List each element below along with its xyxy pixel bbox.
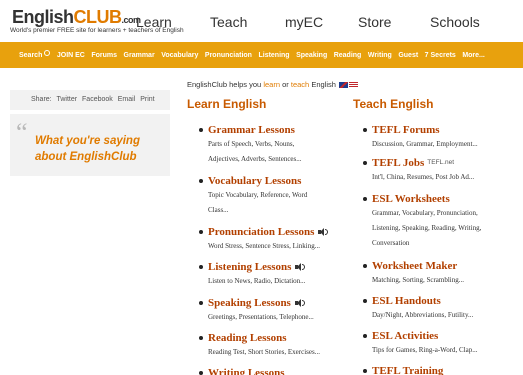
teach-item-desc: Discussion, Grammar, Employment... [372,140,478,148]
learn-item-desc: Listen to News, Radio, Dictation... [208,277,306,285]
teach-item-title[interactable]: Worksheet Maker [372,259,523,273]
intro-learn-link[interactable]: learn [263,80,280,89]
learn-item-desc: Parts of Speech, Verbs, Nouns, [208,140,295,148]
learn-item-writing: Writing Lessons [199,366,349,375]
top-nav: Learn Teach myEC Store Schools [0,14,523,34]
uk-flag-icon [339,82,349,89]
learn-item-desc: Reading Test, Short Stories, Exercises..… [208,348,320,356]
site-header: EnglishCLUB.com World's premier FREE sit… [0,0,523,42]
testimonials-link[interactable]: What you're saying about EnglishClub [35,133,165,165]
teach-english-heading[interactable]: Teach English [353,97,433,111]
speaker-icon [295,263,306,271]
learn-item-title[interactable]: Speaking Lessons [208,296,349,310]
learn-item-title[interactable]: Reading Lessons [208,331,349,345]
intro-prefix: EnglishClub helps you [187,80,262,89]
nav-store[interactable]: Store [358,14,391,30]
teach-item-desc: Listening, Speaking, Reading, Writing, [372,224,482,232]
intro-line: EnglishClub helps you learn or teach Eng… [187,80,359,89]
learn-item-desc: Adjectives, Adverbs, Sentences... [208,155,302,163]
learn-english-heading[interactable]: Learn English [187,97,266,111]
teach-item-esl-activities: ESL Activities Tips for Games, Ring-a-Wo… [363,329,523,364]
learn-item-reading: Reading Lessons Reading Test, Short Stor… [199,331,349,366]
learn-item-vocabulary: Vocabulary Lessons Topic Vocabulary, Ref… [199,174,349,225]
learn-item-desc: Topic Vocabulary, Reference, Word [208,191,308,199]
nav-speaking[interactable]: Speaking [296,52,327,59]
nav-reading[interactable]: Reading [334,52,362,59]
teach-item-title[interactable]: ESL Handouts [372,294,523,308]
teach-item-tefl-training: TEFL Training [363,364,523,375]
tefl-net-label: TEFL.net [427,159,455,166]
learn-item-title-text: Speaking Lessons [208,297,291,309]
nav-vocabulary[interactable]: Vocabulary [161,52,198,59]
teach-item-title-text: TEFL Jobs [372,157,425,169]
teach-item-desc: Matching, Sorting, Scrambling... [372,276,464,284]
nav-pronunciation[interactable]: Pronunciation [205,52,252,59]
teach-item-title[interactable]: ESL Activities [372,329,523,343]
learn-item-listening: Listening Lessons Listen to News, Radio,… [199,260,349,296]
nav-myec[interactable]: myEC [285,14,323,30]
nav-guest[interactable]: Guest [398,52,418,59]
speaker-icon [318,228,329,236]
us-flag-icon [349,82,359,89]
nav-forums[interactable]: Forums [91,52,117,59]
nav-search-label: Search [19,51,43,59]
learn-item-desc: Greetings, Presentations, Telephone... [208,313,314,321]
teach-item-desc: Conversation [372,239,410,247]
intro-suffix: English [311,80,336,89]
nav-schools[interactable]: Schools [430,14,480,30]
teach-item-worksheet-maker: Worksheet Maker Matching, Sorting, Scram… [363,259,523,294]
learn-item-speaking: Speaking Lessons Greetings, Presentation… [199,296,349,331]
speaker-icon [294,299,305,307]
teach-item-desc: Int'l, China, Resumes, Post Job Ad... [372,173,475,181]
learn-list: Grammar Lessons Parts of Speech, Verbs, … [199,123,349,375]
teach-item-title[interactable]: ESL Worksheets [372,192,523,206]
share-email-link[interactable]: Email [118,96,136,103]
learn-item-title-text: Pronunciation Lessons [208,226,315,238]
learn-item-grammar: Grammar Lessons Parts of Speech, Verbs, … [199,123,349,174]
learn-item-title[interactable]: Grammar Lessons [208,123,349,137]
teach-item-title[interactable]: TEFL Training [372,364,523,375]
share-facebook-link[interactable]: Facebook [82,96,113,103]
share-label: Share: [31,96,52,103]
share-print-link[interactable]: Print [140,96,154,103]
teach-item-title[interactable]: TEFL Forums [372,123,523,137]
learn-item-desc: Class... [208,206,229,214]
teach-item-desc: Tips for Games, Ring-a-Word, Clap... [372,346,478,354]
nav-search[interactable]: Search [19,50,51,59]
testimonials-box[interactable]: “ What you're saying about EnglishClub [10,114,170,176]
search-icon [44,50,51,56]
nav-7-secrets[interactable]: 7 Secrets [425,52,456,59]
nav-writing[interactable]: Writing [368,52,392,59]
learn-item-title-text: Listening Lessons [208,261,292,273]
teach-item-tefl-jobs: TEFL Jobs TEFL.net Int'l, China, Resumes,… [363,156,523,192]
teach-item-desc: Grammar, Vocabulary, Pronunciation, [372,209,478,217]
nav-listening[interactable]: Listening [258,52,289,59]
intro-teach-link[interactable]: teach [291,80,309,89]
nav-learn[interactable]: Learn [136,14,172,30]
share-box: Share: Twitter Facebook Email Print [10,90,170,110]
learn-item-title[interactable]: Listening Lessons [208,260,349,274]
teach-item-title[interactable]: TEFL Jobs TEFL.net [372,156,523,170]
nav-grammar[interactable]: Grammar [124,52,155,59]
learn-item-title[interactable]: Writing Lessons [208,366,349,375]
teach-list: TEFL Forums Discussion, Grammar, Employm… [363,123,523,375]
learn-item-title[interactable]: Pronunciation Lessons [208,225,349,239]
teach-item-tefl-forums: TEFL Forums Discussion, Grammar, Employm… [363,123,523,156]
learn-item-title[interactable]: Vocabulary Lessons [208,174,349,188]
teach-item-esl-handouts: ESL Handouts Day/Night, Abbreviations, F… [363,294,523,329]
intro-or: or [282,80,289,89]
share-twitter-link[interactable]: Twitter [56,96,77,103]
learn-item-pronunciation: Pronunciation Lessons Word Stress, Sente… [199,225,349,260]
quote-icon: “ [16,118,28,147]
learn-item-desc: Word Stress, Sentence Stress, Linking... [208,242,321,250]
teach-item-desc: Day/Night, Abbreviations, Futility... [372,311,474,319]
teach-item-esl-worksheets: ESL Worksheets Grammar, Vocabulary, Pron… [363,192,523,259]
section-nav-bar: Search JOIN EC Forums Grammar Vocabulary… [0,42,523,68]
nav-teach[interactable]: Teach [210,14,247,30]
nav-join-ec[interactable]: JOIN EC [57,52,85,59]
nav-more[interactable]: More... [462,52,485,59]
